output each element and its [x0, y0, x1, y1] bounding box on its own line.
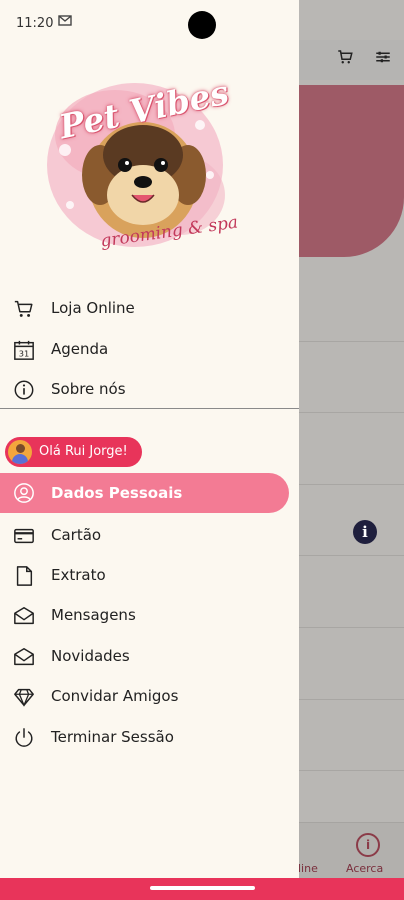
greeting-text: Olá Rui Jorge! [39, 444, 128, 459]
envelope-icon [13, 605, 35, 627]
info-icon[interactable]: i [353, 520, 377, 544]
nav-label-partial: line [298, 862, 318, 875]
menu-item-novidades[interactable]: Novidades [0, 638, 299, 676]
user-greeting-chip: Olá Rui Jorge! [5, 437, 142, 467]
menu-item-extrato[interactable]: Extrato [0, 557, 299, 595]
camera-cutout [188, 11, 216, 39]
menu-label: Sobre nós [51, 380, 126, 398]
navigation-drawer: 11:20 Pet Vibes grooming & spa Loja Onli… [0, 0, 299, 878]
cart-icon [13, 298, 35, 320]
mail-icon [58, 15, 72, 30]
menu-label: Convidar Amigos [51, 687, 179, 705]
menu-item-agenda[interactable]: 31 Agenda [0, 331, 299, 369]
diamond-icon [13, 686, 35, 708]
filter-icon[interactable] [372, 48, 394, 70]
status-time: 11:20 [16, 16, 54, 31]
menu-item-cartao[interactable]: Cartão [0, 517, 299, 555]
menu-label: Cartão [51, 526, 102, 544]
menu-item-terminar-sessao[interactable]: Terminar Sessão [0, 719, 299, 757]
nav-label-acerca[interactable]: Acerca [346, 862, 383, 875]
menu-label: Agenda [51, 340, 109, 358]
menu-item-sobre-nos[interactable]: Sobre nós [0, 371, 299, 409]
menu-label: Terminar Sessão [51, 728, 174, 746]
status-bar: 11:20 [0, 0, 299, 40]
card-icon [13, 525, 35, 547]
menu-label: Extrato [51, 566, 106, 584]
acerca-nav-icon[interactable]: i [356, 833, 380, 857]
menu-divider [0, 408, 299, 409]
info-icon [13, 379, 35, 401]
menu-item-dados-pessoais[interactable]: Dados Pessoais [0, 473, 289, 513]
calendar-day: 31 [19, 348, 30, 358]
menu-item-mensagens[interactable]: Mensagens [0, 597, 299, 635]
power-icon [13, 727, 35, 749]
menu-label: Loja Online [51, 299, 135, 317]
envelope-icon [13, 646, 35, 668]
avatar [8, 440, 32, 464]
menu-item-convidar-amigos[interactable]: Convidar Amigos [0, 678, 299, 716]
cart-icon[interactable] [334, 48, 356, 70]
menu-item-loja-online[interactable]: Loja Online [0, 290, 299, 328]
user-icon [13, 482, 35, 504]
menu-label: Mensagens [51, 606, 136, 624]
menu-label: Novidades [51, 647, 130, 665]
document-icon [13, 565, 35, 587]
home-indicator[interactable] [150, 886, 255, 890]
calendar-icon: 31 [13, 339, 35, 361]
menu-label: Dados Pessoais [51, 484, 183, 502]
